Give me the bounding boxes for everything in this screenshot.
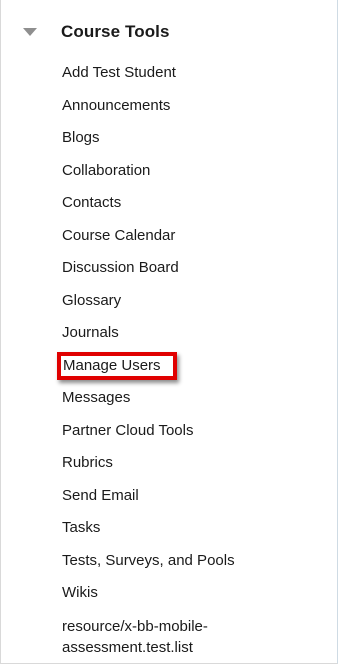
menu-item-partner-cloud-tools[interactable]: Partner Cloud Tools [62,421,262,454]
menu-item-tasks[interactable]: Tasks [62,518,262,551]
menu-item-rubrics[interactable]: Rubrics [62,453,262,486]
course-tools-header[interactable]: Course Tools [1,18,337,54]
highlight-box: Manage Users [57,351,177,380]
menu-item-mobile-assessment[interactable]: resource/x-bb-mobile-assessment.test.lis… [62,616,262,658]
menu-item-course-calendar[interactable]: Course Calendar [62,226,262,259]
menu-item-glossary[interactable]: Glossary [62,291,262,324]
menu-item-collaboration[interactable]: Collaboration [62,161,262,194]
menu-item-manage-users[interactable]: Manage Users [57,351,262,389]
section-title: Course Tools [61,22,170,41]
collapse-triangle-icon[interactable] [23,28,37,36]
menu-item-blogs[interactable]: Blogs [62,128,262,161]
menu-item-send-email[interactable]: Send Email [62,486,262,519]
menu-item-messages[interactable]: Messages [62,388,262,421]
course-tools-panel: Course Tools Add Test Student Announceme… [0,0,338,664]
menu-item-discussion-board[interactable]: Discussion Board [62,258,262,291]
menu-item-contacts[interactable]: Contacts [62,193,262,226]
menu-item-announcements[interactable]: Announcements [62,96,262,129]
course-tools-list: Add Test Student Announcements Blogs Col… [57,63,262,658]
menu-item-wikis[interactable]: Wikis [62,583,262,616]
menu-item-add-test-student[interactable]: Add Test Student [62,63,262,96]
menu-item-tests-surveys-pools[interactable]: Tests, Surveys, and Pools [62,551,262,584]
